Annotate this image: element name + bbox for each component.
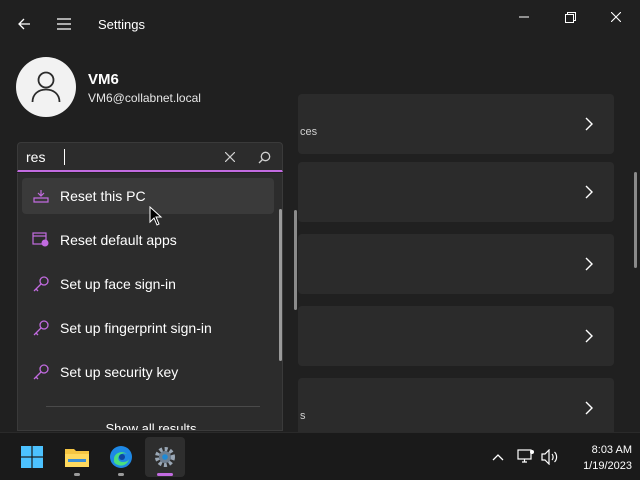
user-name: VM6 [88,71,119,88]
network-button[interactable] [516,447,536,467]
avatar[interactable] [16,57,76,117]
clock-time: 8:03 AM [591,444,632,456]
hamburger-icon [57,18,71,30]
folder-icon [65,449,89,467]
restore-button[interactable] [555,6,585,28]
close-icon [611,12,621,22]
volume-button[interactable] [540,447,560,467]
minimize-icon [519,16,529,18]
settings-card[interactable] [298,234,614,294]
windows-logo-icon [21,446,43,468]
content-scrollbar[interactable] [634,172,637,268]
search-box [17,142,283,172]
suggestion-reset-this-pc[interactable]: Reset this PC [22,178,274,214]
key-icon [32,363,50,381]
divider [46,406,260,407]
suggestion-label: Reset this PC [60,188,146,204]
restore-icon [564,11,576,23]
speaker-icon [541,449,558,465]
user-icon [31,71,61,103]
taskbar-file-explorer[interactable] [57,437,97,477]
suggestions-scrollbar[interactable] [279,209,282,361]
gear-icon [155,447,175,467]
chevron-right-icon [582,255,596,273]
user-email: VM6@collabnet.local [88,91,201,105]
settings-card[interactable]: ces [298,94,614,154]
search-button[interactable] [255,148,273,166]
card-label: ces [300,126,318,138]
suggestion-face-sign-in[interactable]: Set up face sign-in [22,266,274,302]
navigation-menu-button[interactable] [52,12,76,36]
suggestion-label: Set up security key [60,364,179,380]
edge-icon [110,446,132,468]
network-icon [517,449,534,463]
minimize-button[interactable] [509,6,539,28]
settings-card[interactable]: s [298,378,614,438]
chevron-right-icon [582,399,596,417]
show-hidden-icons-button[interactable] [488,447,508,467]
mouse-cursor-icon [149,206,163,226]
running-indicator [118,473,124,476]
search-icon [258,151,270,163]
card-label: s [300,410,306,422]
taskbar: 8:03 AM 1/19/2023 [0,432,640,480]
suggestion-label: Reset default apps [60,232,177,248]
back-arrow-icon [18,18,30,30]
close-icon [225,152,235,162]
suggestion-label: Set up fingerprint sign-in [60,320,212,336]
key-icon [32,319,50,337]
running-indicator [74,473,80,476]
suggestion-security-key[interactable]: Set up security key [22,354,274,390]
clear-search-button[interactable] [221,148,239,166]
taskbar-edge[interactable] [101,437,141,477]
suggestion-reset-default-apps[interactable]: Reset default apps [22,222,274,258]
nav-scrollbar[interactable] [294,210,297,310]
chevron-right-icon [582,327,596,345]
active-indicator [157,473,173,476]
show-all-results-link[interactable]: Show all results [18,421,282,430]
settings-card[interactable] [298,306,614,366]
clock-date: 1/19/2023 [583,460,632,472]
taskbar-start-button[interactable] [12,437,52,477]
search-input[interactable] [26,148,206,166]
chevron-up-icon [492,454,504,461]
settings-card[interactable] [298,162,614,222]
key-icon [32,275,50,293]
suggestion-label: Set up face sign-in [60,276,176,292]
reset-pc-icon [32,187,50,205]
back-button[interactable] [12,12,36,36]
taskbar-settings[interactable] [145,437,185,477]
suggestion-fingerprint-sign-in[interactable]: Set up fingerprint sign-in [22,310,274,346]
close-button[interactable] [601,6,631,28]
text-caret [64,149,65,165]
window-title: Settings [98,17,145,32]
settings-window: Settings VM6 VM6@collabnet.local ces s r… [0,0,640,480]
title-bar: Settings [0,0,640,48]
taskbar-clock[interactable]: 8:03 AM 1/19/2023 [562,442,632,474]
chevron-right-icon [582,183,596,201]
default-apps-icon [32,231,50,249]
chevron-right-icon [582,115,596,133]
